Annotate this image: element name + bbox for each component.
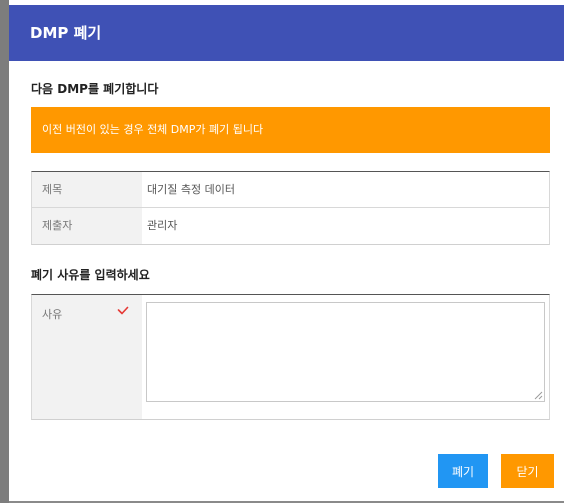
- reason-label: 사유: [42, 308, 63, 321]
- discard-button[interactable]: 폐기: [438, 454, 488, 488]
- info-row-title: 제목 대기질 측정 데이터: [32, 172, 549, 208]
- reason-label-cell: 사유: [32, 295, 142, 419]
- info-row-submitter: 제출자 관리자: [32, 208, 549, 244]
- reason-heading: 폐기 사유를 입력하세요: [31, 268, 150, 282]
- check-icon: [117, 306, 129, 315]
- warning-banner: 이전 버전이 있는 경우 전체 DMP가 폐기 됩니다: [31, 107, 550, 153]
- reason-form: 사유: [31, 294, 550, 420]
- backdrop-edge: [0, 0, 9, 503]
- confirm-heading: 다음 DMP를 폐기합니다: [31, 82, 159, 96]
- resize-grip-icon[interactable]: [534, 391, 543, 400]
- info-label-title: 제목: [32, 172, 142, 207]
- dialog-title: DMP 폐기: [9, 5, 564, 61]
- info-label-submitter: 제출자: [32, 208, 142, 244]
- info-value-submitter: 관리자: [147, 219, 178, 232]
- close-button[interactable]: 닫기: [501, 454, 554, 488]
- info-value-title: 대기질 측정 데이터: [147, 183, 235, 196]
- discard-dmp-dialog: DMP 폐기 다음 DMP를 폐기합니다 이전 버전이 있는 경우 전체 DMP…: [9, 0, 564, 503]
- screen: DMP 폐기 다음 DMP를 폐기합니다 이전 버전이 있는 경우 전체 DMP…: [0, 0, 564, 503]
- reason-textarea[interactable]: [146, 302, 545, 402]
- dmp-info-table: 제목 대기질 측정 데이터 제출자 관리자: [31, 171, 550, 245]
